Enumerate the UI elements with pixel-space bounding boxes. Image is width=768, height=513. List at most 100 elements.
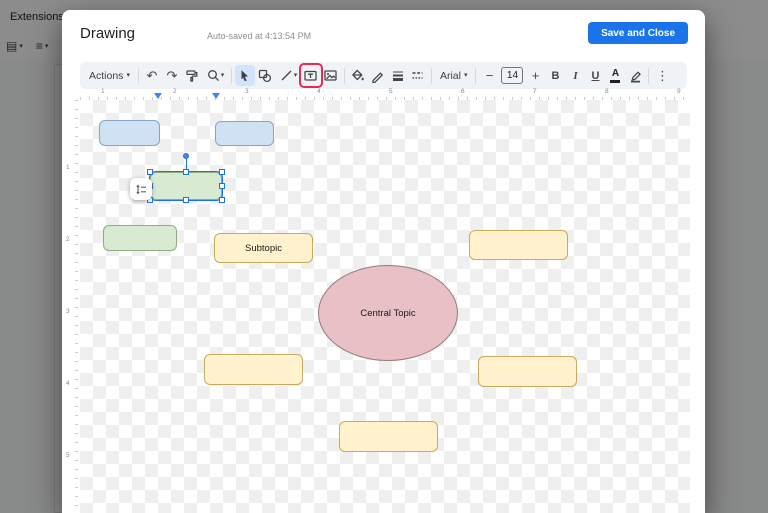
insert-image-button[interactable] xyxy=(321,65,341,86)
shapes-icon xyxy=(257,68,272,83)
font-family-selector[interactable]: Arial ▾ xyxy=(435,65,473,86)
selection-handle-se[interactable] xyxy=(219,197,225,203)
ruler-number: 3 xyxy=(245,88,249,95)
font-family-value: Arial xyxy=(440,70,461,82)
ruler-number: 2 xyxy=(66,236,70,243)
toolbar-divider xyxy=(475,68,476,84)
decrease-font-size-button[interactable]: − xyxy=(479,65,499,86)
shape-central-topic[interactable]: Central Topic xyxy=(318,265,458,361)
horizontal-ruler[interactable]: 1 2 3 4 5 6 7 8 9 xyxy=(80,88,690,100)
selection-handle-nw[interactable] xyxy=(147,169,153,175)
ruler-number: 2 xyxy=(173,88,177,95)
ruler-number: 4 xyxy=(317,88,321,95)
more-vert-icon: ⋮ xyxy=(656,69,669,82)
shape-label: Subtopic xyxy=(245,243,282,254)
cursor-arrow-icon xyxy=(237,68,252,83)
save-and-close-button[interactable]: Save and Close xyxy=(588,22,688,44)
font-size-input[interactable]: 14 xyxy=(501,67,523,84)
drawing-canvas[interactable]: Subtopic Central Topic xyxy=(80,100,690,513)
line-weight-button[interactable] xyxy=(388,65,408,86)
line-tool-button[interactable]: ▾ xyxy=(275,65,301,86)
line-dash-button[interactable] xyxy=(408,65,428,86)
toolbar-divider xyxy=(344,68,345,84)
ruler-number: 1 xyxy=(101,88,105,95)
autosave-status: Auto-saved at 4:13:54 PM xyxy=(207,31,311,41)
paint-format-button[interactable] xyxy=(182,65,202,86)
shape-blue-2[interactable] xyxy=(215,121,274,146)
text-color-button[interactable]: A xyxy=(605,65,625,86)
underline-label: U xyxy=(592,70,600,82)
line-dash-icon xyxy=(410,68,425,83)
zoom-button[interactable]: ▾ xyxy=(202,65,228,86)
shape-subtopic[interactable]: Subtopic xyxy=(214,233,313,263)
ruler-selection-marker-left[interactable] xyxy=(154,93,162,99)
bold-button[interactable]: B xyxy=(545,65,565,86)
shape-yellow-bottom[interactable] xyxy=(339,421,438,452)
ruler-selection-marker-right[interactable] xyxy=(212,93,220,99)
distribute-vertical-icon xyxy=(135,183,148,196)
text-box-icon xyxy=(303,68,318,83)
rotation-handle[interactable] xyxy=(183,153,189,159)
shape-label: Central Topic xyxy=(360,308,415,319)
toolbar-divider xyxy=(138,68,139,84)
fill-color-button[interactable] xyxy=(348,65,368,86)
ruler-number: 1 xyxy=(66,164,70,171)
actions-menu-button[interactable]: Actions ▾ xyxy=(84,65,135,86)
image-icon xyxy=(323,68,338,83)
vertical-ruler[interactable]: 1 2 3 4 5 xyxy=(64,100,78,513)
italic-label: I xyxy=(573,70,577,82)
ruler-number: 3 xyxy=(66,308,70,315)
shape-blue-1[interactable] xyxy=(99,120,160,146)
selection-handle-s[interactable] xyxy=(183,197,189,203)
more-options-button[interactable]: ⋮ xyxy=(652,65,672,86)
undo-button[interactable]: ↶ xyxy=(142,65,162,86)
paint-roller-icon xyxy=(184,68,199,83)
ruler-number: 8 xyxy=(605,88,609,95)
shape-green-2[interactable] xyxy=(103,225,177,251)
shape-tool-button[interactable] xyxy=(255,65,275,86)
ruler-number: 5 xyxy=(389,88,393,95)
plus-icon: + xyxy=(532,69,540,82)
toolbar-divider xyxy=(231,68,232,84)
magnifier-icon xyxy=(206,68,221,83)
shape-green-selected[interactable] xyxy=(150,172,222,200)
actions-label: Actions xyxy=(89,70,123,82)
ruler-number: 7 xyxy=(533,88,537,95)
pen-icon xyxy=(370,68,385,83)
selection-handle-e[interactable] xyxy=(219,183,225,189)
line-color-button[interactable] xyxy=(368,65,388,86)
dialog-title: Drawing xyxy=(80,25,135,42)
minus-icon: − xyxy=(486,69,494,82)
undo-icon: ↶ xyxy=(147,69,158,82)
selection-handle-n[interactable] xyxy=(183,169,189,175)
ruler-number: 6 xyxy=(461,88,465,95)
paint-bucket-icon xyxy=(350,68,365,83)
chevron-down-icon: ▾ xyxy=(464,72,468,79)
underline-button[interactable]: U xyxy=(585,65,605,86)
bold-label: B xyxy=(552,70,560,82)
line-icon xyxy=(279,68,294,83)
text-box-button[interactable] xyxy=(301,65,321,86)
shape-yellow-top-right[interactable] xyxy=(469,230,568,260)
select-tool-button[interactable] xyxy=(235,65,255,86)
toolbar-divider xyxy=(648,68,649,84)
redo-icon: ↷ xyxy=(167,69,178,82)
chevron-down-icon: ▾ xyxy=(126,72,130,79)
quick-actions-button[interactable] xyxy=(130,178,152,200)
ruler-number: 4 xyxy=(66,380,70,387)
italic-button[interactable]: I xyxy=(565,65,585,86)
increase-font-size-button[interactable]: + xyxy=(525,65,545,86)
ruler-number: 9 xyxy=(677,88,681,95)
highlight-color-button[interactable] xyxy=(625,65,645,86)
chevron-down-icon: ▾ xyxy=(294,72,298,79)
highlighter-icon xyxy=(628,68,643,83)
drawing-dialog: Drawing Auto-saved at 4:13:54 PM Save an… xyxy=(62,10,705,513)
shape-yellow-mid-left[interactable] xyxy=(204,354,303,385)
line-weight-icon xyxy=(390,68,405,83)
ruler-number: 5 xyxy=(66,452,70,459)
shape-yellow-mid-right[interactable] xyxy=(478,356,577,387)
chevron-down-icon: ▾ xyxy=(221,72,225,79)
selection-handle-ne[interactable] xyxy=(219,169,225,175)
redo-button[interactable]: ↷ xyxy=(162,65,182,86)
text-color-icon: A xyxy=(610,69,620,83)
